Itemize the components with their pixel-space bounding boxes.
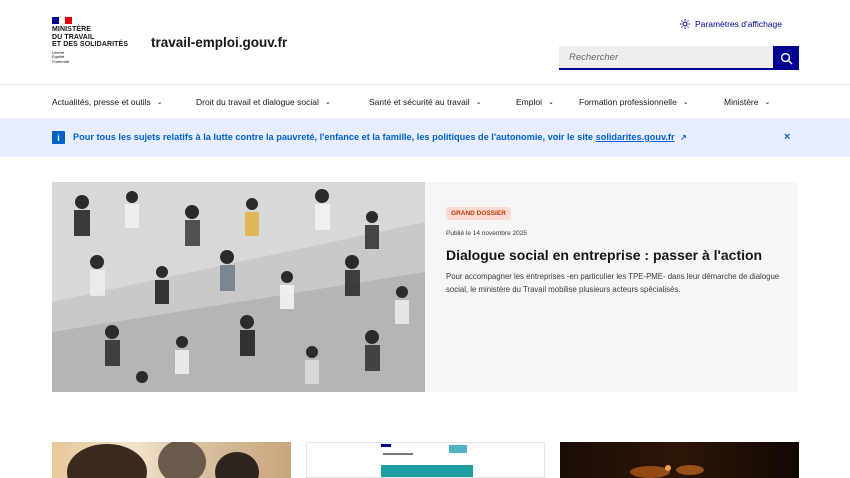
notice-text: Pour tous les sujets relatifs à la lutte… <box>73 132 687 142</box>
nav-item-ministere[interactable]: Ministère ⌄ <box>724 97 770 107</box>
nav-item-sante-securite[interactable]: Santé et sécurité au travail ⌄ <box>369 97 482 107</box>
ministry-name[interactable]: MINISTÈRE DU TRAVAIL ET DES SOLIDARITÉS <box>52 26 128 49</box>
chevron-down-icon: ⌄ <box>547 99 554 106</box>
close-notice-button[interactable]: × <box>784 131 790 143</box>
feature-description: Pour accompagner les entreprises -en par… <box>446 272 780 294</box>
nav-item-actualites[interactable]: Actualités, presse et outils ⌄ <box>52 97 163 107</box>
info-icon: i <box>52 131 65 144</box>
site-name[interactable]: travail-emploi.gouv.fr <box>151 35 287 50</box>
publication-date: Publié le 14 novembre 2025 <box>446 230 527 237</box>
card-image <box>67 442 259 478</box>
feature-image <box>52 182 425 392</box>
chevron-down-icon: ⌄ <box>764 99 771 106</box>
search-button[interactable] <box>773 46 799 70</box>
flag-logo <box>52 17 73 24</box>
search-icon <box>780 52 793 65</box>
search-bar <box>559 46 799 70</box>
news-card-3[interactable] <box>560 442 799 478</box>
category-badge: GRAND DOSSIER <box>446 207 511 220</box>
chevron-down-icon: ⌄ <box>156 99 163 106</box>
external-link-icon: ↗ <box>680 133 687 142</box>
feature-body: GRAND DOSSIER Publié le 14 novembre 2025… <box>446 202 786 296</box>
main-navigation: Actualités, presse et outils ⌄ Droit du t… <box>0 84 850 118</box>
nav-item-formation[interactable]: Formation professionnelle ⌄ <box>579 97 689 107</box>
feature-title[interactable]: Dialogue social en entreprise : passer à… <box>446 247 786 263</box>
chevron-down-icon: ⌄ <box>324 99 331 106</box>
info-notice: i Pour tous les sujets relatifs à la lut… <box>0 119 850 157</box>
news-card-2[interactable] <box>306 442 545 478</box>
nav-item-droit-du-travail[interactable]: Droit du travail et dialogue social ⌄ <box>196 97 331 107</box>
solidarites-link[interactable]: solidarites.gouv.fr <box>596 132 675 142</box>
sun-icon <box>680 19 690 29</box>
republic-motto: Liberté Égalité Fraternité <box>52 50 70 64</box>
display-settings-button[interactable]: Paramètres d'affichage <box>680 19 782 29</box>
card-image <box>379 443 474 477</box>
site-header: MINISTÈRE DU TRAVAIL ET DES SOLIDARITÉS … <box>0 0 850 84</box>
search-input[interactable] <box>559 46 773 70</box>
chevron-down-icon: ⌄ <box>475 99 482 106</box>
nav-item-emploi[interactable]: Emploi ⌄ <box>516 97 554 107</box>
display-settings-label: Paramètres d'affichage <box>695 19 782 29</box>
news-card-1[interactable] <box>52 442 291 478</box>
chevron-down-icon: ⌄ <box>682 99 689 106</box>
card-image <box>630 465 704 478</box>
featured-article-card[interactable]: GRAND DOSSIER Publié le 14 novembre 2025… <box>52 182 798 392</box>
crowd-photo <box>52 182 425 392</box>
